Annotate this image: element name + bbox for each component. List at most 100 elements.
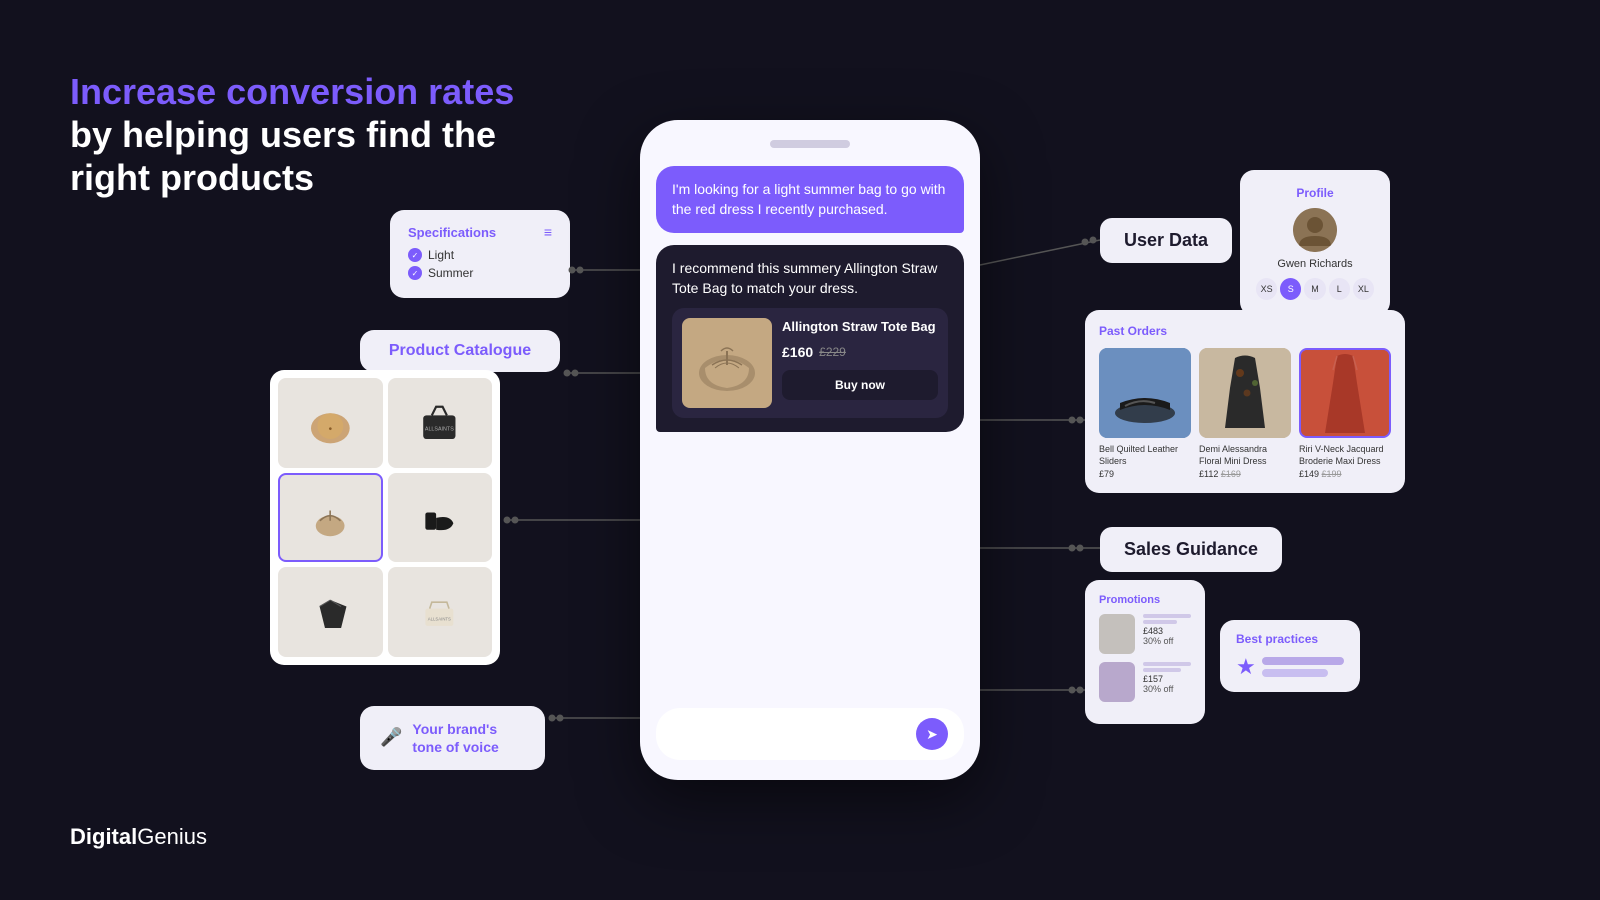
- best-practices-card: Best practices ★: [1220, 620, 1360, 692]
- best-practices-title: Best practices: [1236, 632, 1344, 646]
- logo-bold: Digital: [70, 824, 137, 849]
- past-order-img-2: [1199, 348, 1291, 438]
- past-order-name-3: Riri V-Neck Jacquard Broderie Maxi Dress: [1299, 444, 1391, 467]
- user-message-text: I'm looking for a light summer bag to go…: [672, 181, 945, 217]
- phone-notch: [770, 140, 850, 148]
- past-order-1[interactable]: Bell Quilted Leather Sliders £79: [1099, 348, 1191, 479]
- product-thumb-5[interactable]: [278, 567, 383, 657]
- past-order-name-1: Bell Quilted Leather Sliders: [1099, 444, 1191, 467]
- microphone-icon: 🎤: [380, 727, 402, 748]
- svg-text:ALLSAINTS: ALLSAINTS: [428, 617, 451, 622]
- sales-guidance-label: Sales Guidance: [1100, 527, 1282, 572]
- specifications-card: Specifications ≡ ✓ Light ✓ Summer: [390, 210, 570, 298]
- promo-item-1: £483 30% off: [1099, 614, 1191, 654]
- promotions-card: Promotions £483 30% off £157 30% off: [1085, 580, 1205, 724]
- phone-input-bar[interactable]: ➤: [656, 708, 964, 760]
- size-xl[interactable]: XL: [1353, 278, 1374, 300]
- product-thumb-4[interactable]: [388, 473, 493, 563]
- product-card-in-chat: Allington Straw Tote Bag £160 £229 Buy n…: [672, 308, 948, 418]
- user-data-label: User Data: [1100, 218, 1232, 263]
- size-buttons: XS S M L XL: [1256, 278, 1374, 300]
- spec-label-summer: Summer: [428, 266, 473, 280]
- filter-icon: ≡: [544, 224, 552, 240]
- catalogue-card: Product Catalogue: [360, 330, 560, 372]
- headline-accent: Increase conversion rates: [70, 70, 514, 113]
- past-order-old-price-3: £199: [1322, 469, 1342, 479]
- logo-regular: Genius: [137, 824, 207, 849]
- past-order-img-3: [1299, 348, 1391, 438]
- best-practices-content: ★: [1236, 654, 1344, 680]
- promo-details-2: £157 30% off: [1143, 662, 1191, 694]
- profile-card: Profile Gwen Richards XS S M L XL: [1240, 170, 1390, 316]
- size-xs[interactable]: XS: [1256, 278, 1277, 300]
- product-pricing: £160 £229: [782, 343, 938, 363]
- size-s[interactable]: S: [1280, 278, 1301, 300]
- promo-details-1: £483 30% off: [1143, 614, 1191, 646]
- avatar: [1293, 208, 1337, 252]
- user-chat-bubble: I'm looking for a light summer bag to go…: [656, 166, 964, 233]
- phone-mockup: I'm looking for a light summer bag to go…: [640, 120, 980, 780]
- past-order-price-1: £79: [1099, 469, 1191, 479]
- logo: DigitalGenius: [70, 824, 207, 850]
- headline-container: Increase conversion rates by helping use…: [70, 70, 514, 200]
- promo-img-1: [1099, 614, 1135, 654]
- star-icon: ★: [1236, 654, 1256, 680]
- sales-guidance-text: Sales Guidance: [1124, 539, 1258, 559]
- send-button[interactable]: ➤: [916, 718, 948, 750]
- past-order-name-2: Demi Alessandra Floral Mini Dress: [1199, 444, 1291, 467]
- price-old: £229: [819, 344, 846, 361]
- product-name: Allington Straw Tote Bag: [782, 318, 938, 336]
- promo-price-1: £483: [1143, 626, 1191, 636]
- svg-text:ALLSAINTS: ALLSAINTS: [425, 426, 454, 432]
- promo-off-1: 30% off: [1143, 636, 1191, 646]
- user-data-text: User Data: [1124, 230, 1208, 250]
- promotions-title: Promotions: [1099, 594, 1191, 606]
- promo-bar-2: [1143, 620, 1177, 624]
- ai-intro-text: I recommend this summery Allington Straw…: [672, 259, 948, 298]
- product-thumb-3[interactable]: [278, 473, 383, 563]
- check-icon-summer: ✓: [408, 266, 422, 280]
- voice-card: 🎤 Your brand'stone of voice: [360, 706, 545, 770]
- product-grid-card: ● ALLSAINTS ALLSAI: [270, 370, 500, 665]
- size-l[interactable]: L: [1329, 278, 1350, 300]
- past-order-img-1: [1099, 348, 1191, 438]
- product-thumb-1[interactable]: ●: [278, 378, 383, 468]
- past-order-3[interactable]: Riri V-Neck Jacquard Broderie Maxi Dress…: [1299, 348, 1391, 479]
- past-orders-card: Past Orders Bell Quilted Leather Sliders…: [1085, 310, 1405, 493]
- bp-bar-2: [1262, 669, 1328, 677]
- promo-bar-3: [1143, 662, 1191, 666]
- profile-title: Profile: [1256, 186, 1374, 200]
- past-order-2[interactable]: Demi Alessandra Floral Mini Dress £112 £…: [1199, 348, 1291, 479]
- past-order-old-price-2: £169: [1221, 469, 1241, 479]
- promo-img-2: [1099, 662, 1135, 702]
- promo-off-2: 30% off: [1143, 684, 1191, 694]
- product-thumb-6[interactable]: ALLSAINTS: [388, 567, 493, 657]
- svg-text:●: ●: [328, 425, 332, 432]
- promo-bar-4: [1143, 668, 1181, 672]
- past-order-price-2: £112 £169: [1199, 469, 1291, 479]
- ai-chat-bubble: I recommend this summery Allington Straw…: [656, 245, 964, 432]
- bp-bars: [1262, 657, 1344, 677]
- spec-item-summer: ✓ Summer: [408, 266, 552, 280]
- spec-item-light: ✓ Light: [408, 248, 552, 262]
- spec-card-title: Specifications: [408, 225, 496, 240]
- headline-main: by helping users find theright products: [70, 113, 514, 199]
- check-icon-light: ✓: [408, 248, 422, 262]
- catalogue-label: Product Catalogue: [380, 342, 540, 360]
- product-thumb-2[interactable]: ALLSAINTS: [388, 378, 493, 468]
- past-order-price-3: £149 £199: [1299, 469, 1391, 479]
- past-orders-title: Past Orders: [1099, 324, 1391, 338]
- price-current: £160: [782, 343, 813, 363]
- promo-item-2: £157 30% off: [1099, 662, 1191, 702]
- promo-price-2: £157: [1143, 674, 1191, 684]
- size-m[interactable]: M: [1304, 278, 1325, 300]
- past-orders-items: Bell Quilted Leather Sliders £79 Demi Al…: [1099, 348, 1391, 479]
- bp-bar-1: [1262, 657, 1344, 665]
- profile-name: Gwen Richards: [1256, 258, 1374, 270]
- product-image: [682, 318, 772, 408]
- voice-label: Your brand'stone of voice: [412, 720, 498, 756]
- buy-now-button[interactable]: Buy now: [782, 370, 938, 400]
- product-info: Allington Straw Tote Bag £160 £229 Buy n…: [782, 318, 938, 400]
- promo-bar-1: [1143, 614, 1191, 618]
- spec-label-light: Light: [428, 248, 454, 262]
